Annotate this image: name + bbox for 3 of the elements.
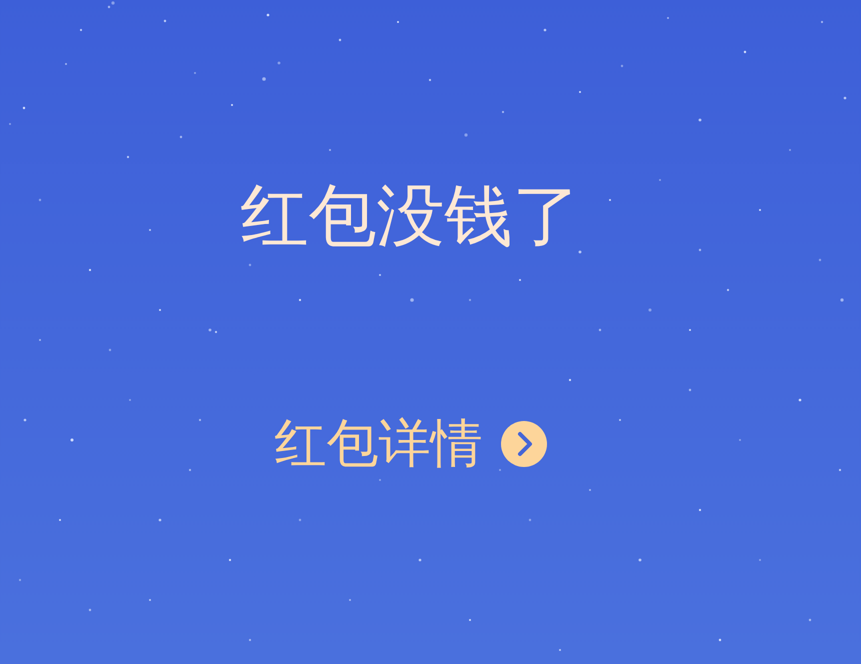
page-title: 红包没钱了 xyxy=(240,182,580,252)
details-link[interactable]: 红包详情 xyxy=(274,416,546,472)
chevron-right-icon xyxy=(500,421,546,467)
